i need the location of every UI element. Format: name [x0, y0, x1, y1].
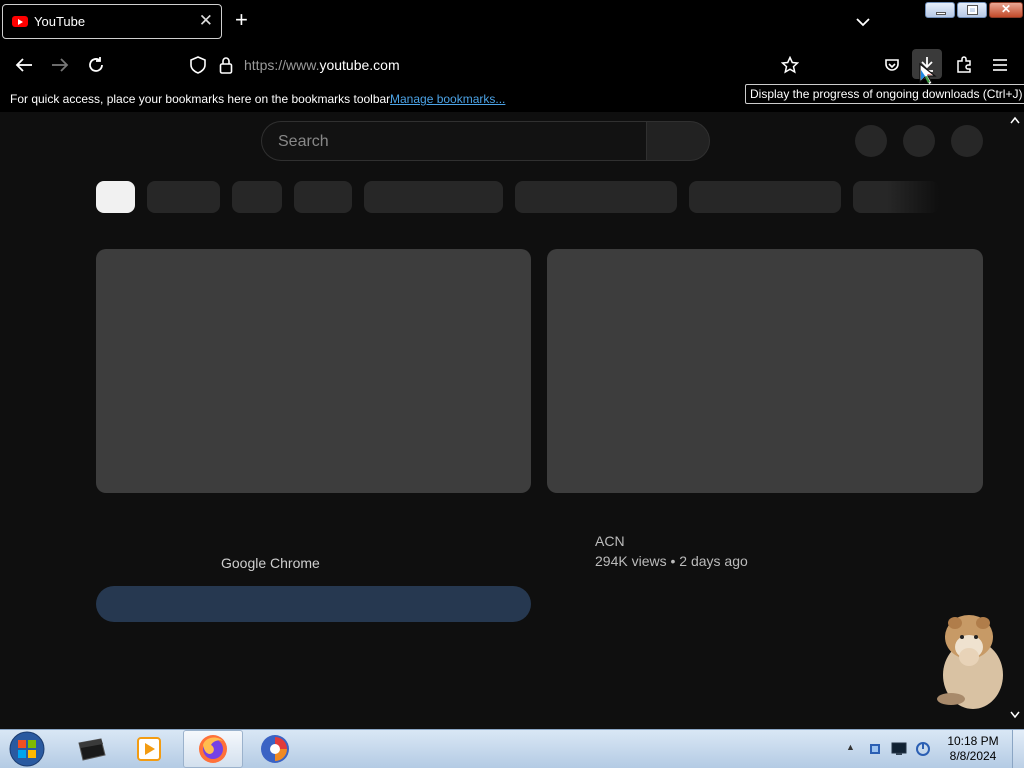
clock-date: 8/8/2024	[949, 749, 997, 763]
bookmarks-hint-text: For quick access, place your bookmarks h…	[10, 92, 393, 106]
lock-icon[interactable]	[214, 53, 238, 77]
new-tab-plus-icon[interactable]: +	[235, 9, 248, 31]
youtube-favicon-icon	[12, 16, 28, 27]
chip-all[interactable]	[96, 181, 135, 213]
chip-placeholder[interactable]	[364, 181, 503, 213]
search-button[interactable]	[646, 121, 710, 161]
video-channel-name[interactable]: ACN	[595, 533, 625, 549]
scroll-up-arrow-icon[interactable]	[1010, 115, 1020, 127]
pocket-icon[interactable]	[880, 53, 904, 77]
app-swirl-icon[interactable]	[248, 730, 302, 768]
bookmark-star-icon[interactable]	[778, 53, 802, 77]
video-thumbnail-placeholder[interactable]	[547, 249, 983, 493]
url-bar[interactable]: https://www.youtube.com	[244, 57, 400, 73]
downloads-tooltip: Display the progress of ongoing download…	[745, 84, 1024, 104]
media-player-icon[interactable]	[124, 730, 174, 768]
list-all-tabs-chevron-icon[interactable]	[856, 14, 870, 32]
scroll-down-arrow-icon[interactable]	[1010, 710, 1020, 722]
start-button[interactable]	[2, 730, 52, 768]
close-window-button[interactable]	[989, 2, 1023, 18]
menu-hamburger-icon[interactable]	[988, 53, 1012, 77]
hamster-desktop-pet[interactable]	[925, 607, 1005, 712]
forward-arrow-icon[interactable]	[48, 53, 72, 77]
system-clock[interactable]: 10:18 PM 8/8/2024	[940, 734, 1006, 764]
chip-placeholder[interactable]	[689, 181, 841, 213]
youtube-page: Search Google Chrome ACN 294K views • 2 …	[0, 112, 1024, 729]
terminal-app-icon[interactable]	[66, 730, 116, 768]
show-hidden-icons-arrow[interactable]: ▲	[846, 742, 855, 752]
video-channel-name[interactable]: Google Chrome	[221, 555, 320, 571]
chip-placeholder[interactable]	[147, 181, 220, 213]
create-button-placeholder[interactable]	[855, 125, 887, 157]
restore-button[interactable]	[957, 2, 987, 18]
tab-bar: YouTube ✕ +	[0, 0, 1024, 44]
tray-volume-icon[interactable]	[914, 730, 932, 768]
firefox-taskbar-button[interactable]	[183, 730, 243, 768]
back-arrow-icon[interactable]	[12, 53, 36, 77]
chip-placeholder[interactable]	[515, 181, 677, 213]
tray-display-icon[interactable]	[890, 730, 908, 768]
search-input[interactable]: Search	[261, 121, 647, 161]
avatar-placeholder[interactable]	[951, 125, 983, 157]
extensions-puzzle-icon[interactable]	[952, 53, 976, 77]
clock-time: 10:18 PM	[947, 734, 999, 748]
show-desktop-button[interactable]	[1012, 730, 1024, 768]
search-placeholder: Search	[278, 133, 329, 150]
manage-bookmarks-link[interactable]: Manage bookmarks...	[390, 92, 505, 106]
loading-bar-placeholder	[96, 586, 531, 622]
chip-placeholder[interactable]	[294, 181, 352, 213]
tab-youtube[interactable]: YouTube ✕	[2, 4, 222, 39]
reload-icon[interactable]	[84, 53, 108, 77]
chip-placeholder[interactable]	[232, 181, 282, 213]
windows-taskbar: ▲ 10:18 PM 8/8/2024	[0, 729, 1024, 768]
notifications-button-placeholder[interactable]	[903, 125, 935, 157]
video-views-age: 294K views • 2 days ago	[595, 553, 748, 569]
tracking-protection-shield-icon[interactable]	[186, 53, 210, 77]
navigation-toolbar: https://www.youtube.com	[0, 44, 1024, 86]
tab-title: YouTube	[34, 14, 86, 29]
chip-placeholder[interactable]	[853, 181, 939, 213]
tab-close-icon[interactable]: ✕	[199, 11, 213, 31]
tray-network-icon[interactable]	[866, 730, 884, 768]
video-thumbnail-placeholder[interactable]	[96, 249, 531, 493]
minimize-button[interactable]	[925, 2, 955, 18]
